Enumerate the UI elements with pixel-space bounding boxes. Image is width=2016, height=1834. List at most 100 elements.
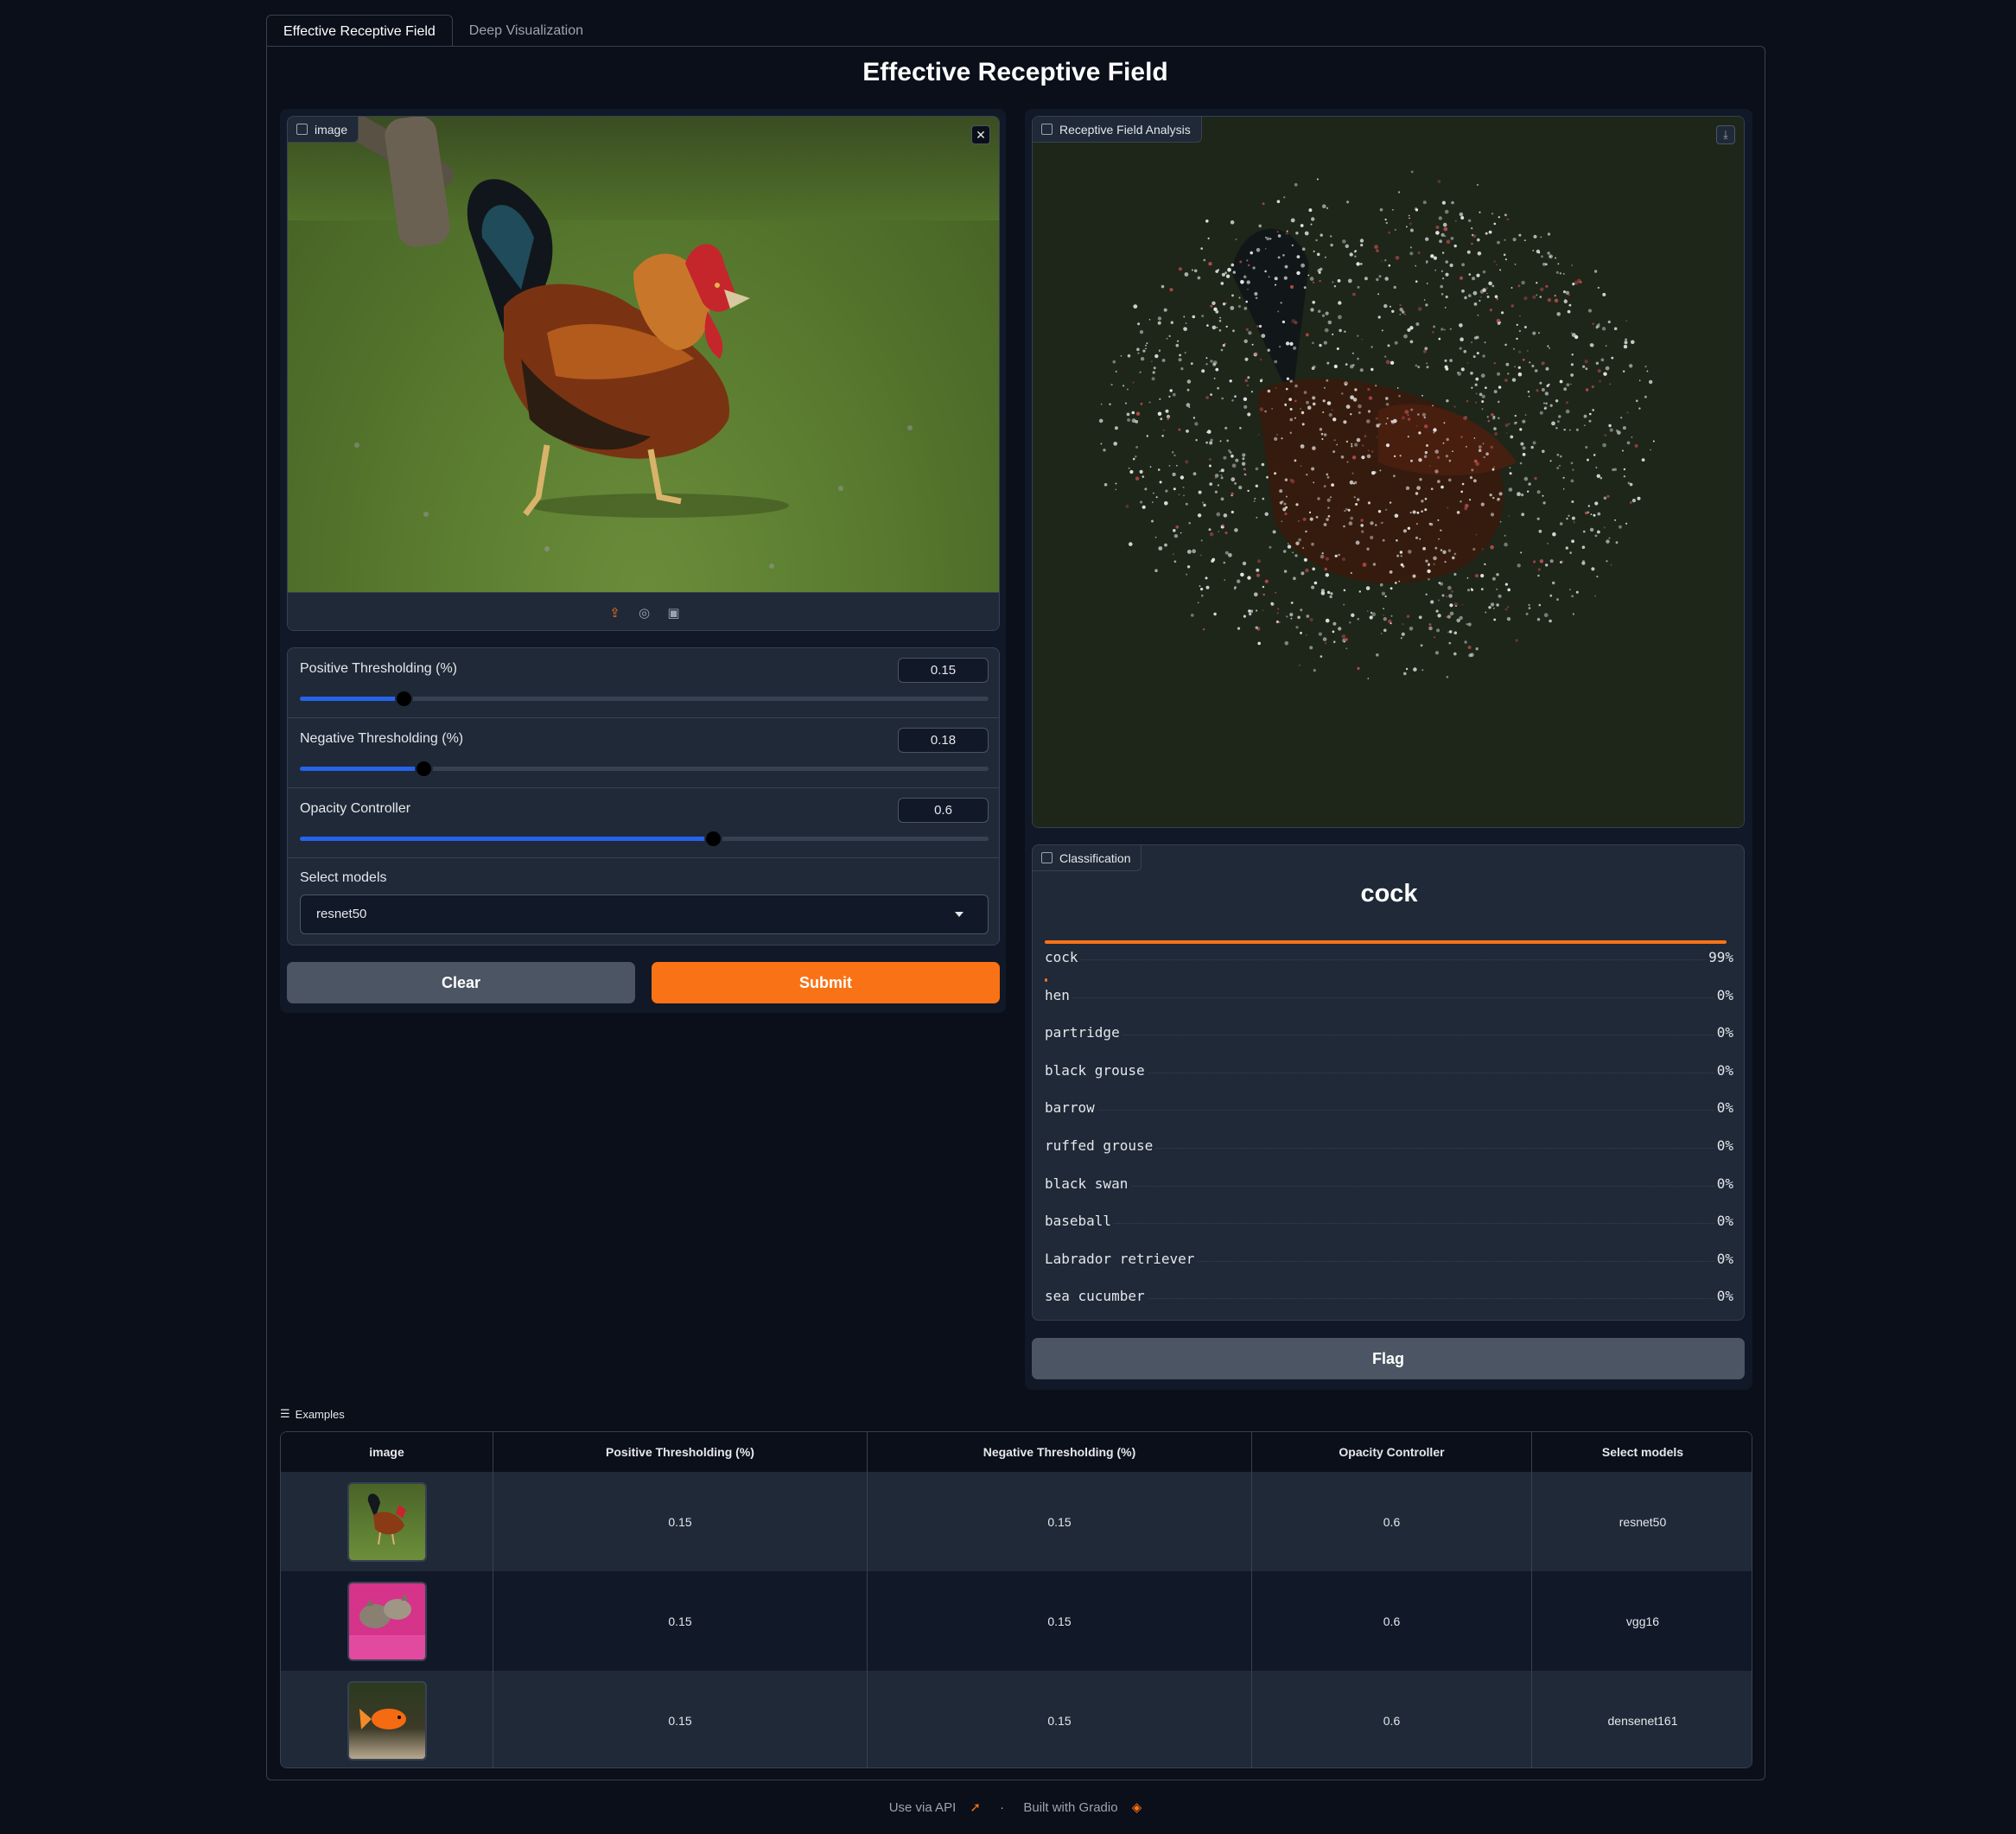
example-negative: 0.15: [868, 1472, 1252, 1571]
confidence-row: cock 99%: [1045, 940, 1733, 971]
header-opacity: Opacity Controller: [1252, 1432, 1532, 1472]
example-opacity: 0.6: [1252, 1671, 1532, 1767]
tab-effective-receptive-field[interactable]: Effective Receptive Field: [266, 15, 453, 47]
example-positive: 0.15: [493, 1671, 868, 1767]
confidence-label: partridge: [1045, 1024, 1122, 1041]
gradio-logo-icon: ◈: [1131, 1800, 1142, 1815]
confidence-row: sea cucumber 0%: [1045, 1279, 1733, 1310]
example-opacity: 0.6: [1252, 1571, 1532, 1671]
negative-threshold-row: Negative Thresholding (%) 0.18: [288, 718, 999, 788]
example-positive: 0.15: [493, 1571, 868, 1671]
confidence-row: black swan 0%: [1045, 1167, 1733, 1198]
confidence-label: black swan: [1045, 1175, 1131, 1192]
confidence-value: 0%: [1714, 1024, 1733, 1041]
page-title: Effective Receptive Field: [862, 58, 1168, 86]
positive-threshold-label: Positive Thresholding (%): [300, 661, 458, 676]
webcam-icon[interactable]: ◎: [637, 605, 652, 621]
opacity-input[interactable]: 0.6: [898, 798, 989, 823]
clipboard-icon[interactable]: ▣: [666, 605, 682, 621]
opacity-slider[interactable]: [300, 830, 989, 848]
rooster-photo: [288, 117, 999, 592]
download-icon[interactable]: ⤓: [1716, 125, 1735, 144]
controls-panel: Positive Thresholding (%) 0.15 Negative …: [287, 647, 1000, 946]
confidence-row: baseball 0%: [1045, 1204, 1733, 1235]
confidence-label: barrow: [1045, 1099, 1097, 1117]
classification-label: Classification: [1033, 845, 1142, 871]
positive-threshold-slider[interactable]: [300, 690, 989, 708]
clear-button[interactable]: Clear: [287, 962, 635, 1003]
list-icon: ☰: [280, 1407, 290, 1420]
top-prediction: cock: [1360, 880, 1418, 907]
positive-threshold-fill: [300, 697, 404, 701]
image-icon: [296, 124, 308, 135]
confidence-label: sea cucumber: [1045, 1288, 1148, 1305]
confidence-row: black grouse 0%: [1045, 1054, 1733, 1085]
example-thumbnail-goldfish[interactable]: [347, 1680, 427, 1761]
negative-threshold-slider[interactable]: [300, 760, 989, 778]
receptive-field-image: [1033, 117, 1744, 827]
rocket-icon: ➚: [970, 1800, 981, 1815]
opacity-handle[interactable]: [704, 830, 723, 848]
confidence-value: 0%: [1714, 1175, 1733, 1192]
confidence-value: 0%: [1714, 1288, 1733, 1305]
opacity-row: Opacity Controller 0.6: [288, 788, 999, 858]
confidence-row: barrow 0%: [1045, 1091, 1733, 1122]
footer: Use via API ➚ · Built with Gradio ◈: [0, 1799, 2016, 1815]
example-thumbnail-rooster[interactable]: [347, 1481, 427, 1562]
select-models-label: Select models: [300, 870, 387, 885]
example-row[interactable]: 0.15 0.15 0.6 densenet161: [281, 1671, 1752, 1767]
example-thumbnail-cats[interactable]: [347, 1581, 427, 1661]
example-opacity: 0.6: [1252, 1472, 1532, 1571]
confidence-label: Labrador retriever: [1045, 1250, 1198, 1267]
negative-threshold-input[interactable]: 0.18: [898, 728, 989, 753]
image-input-panel[interactable]: image ✕ ⇪ ◎ ▣: [287, 116, 1000, 631]
submit-button[interactable]: Submit: [652, 962, 1000, 1003]
image-input-label: image: [288, 117, 359, 143]
opacity-fill: [300, 837, 714, 841]
negative-threshold-handle[interactable]: [415, 760, 434, 778]
confidence-value: 0%: [1714, 1099, 1733, 1117]
confidence-value: 0%: [1714, 1061, 1733, 1079]
example-row[interactable]: 0.15 0.15 0.6 vgg16: [281, 1571, 1752, 1671]
clear-image-button[interactable]: ✕: [971, 125, 990, 144]
chevron-down-icon: [955, 912, 963, 917]
header-positive: Positive Thresholding (%): [493, 1432, 868, 1472]
negative-threshold-label: Negative Thresholding (%): [300, 731, 464, 746]
examples-label: ☰ Examples: [280, 1407, 345, 1421]
confidence-value: 0%: [1714, 986, 1733, 1003]
image-icon: [1041, 124, 1053, 135]
header-negative: Negative Thresholding (%): [868, 1432, 1252, 1472]
tab-deep-visualization[interactable]: Deep Visualization: [453, 15, 600, 47]
confidence-label: black grouse: [1045, 1061, 1148, 1079]
built-with-gradio-link[interactable]: Built with Gradio ◈: [1018, 1800, 1147, 1815]
model-select[interactable]: resnet50: [300, 895, 989, 934]
confidence-row: Labrador retriever 0%: [1045, 1242, 1733, 1273]
example-positive: 0.15: [493, 1472, 868, 1571]
example-negative: 0.15: [868, 1671, 1252, 1767]
confidence-label: baseball: [1045, 1213, 1115, 1230]
positive-threshold-input[interactable]: 0.15: [898, 658, 989, 683]
confidence-row: ruffed grouse 0%: [1045, 1129, 1733, 1160]
example-row[interactable]: 0.15 0.15 0.6 resnet50: [281, 1472, 1752, 1571]
confidence-row: partridge 0%: [1045, 1016, 1733, 1047]
header-image: image: [281, 1432, 493, 1472]
receptive-field-panel: Receptive Field Analysis ⤓: [1032, 116, 1745, 828]
confidence-value: 0%: [1714, 1137, 1733, 1154]
examples-table: image Positive Thresholding (%) Negative…: [280, 1431, 1752, 1768]
flag-button[interactable]: Flag: [1032, 1338, 1745, 1379]
receptive-field-label: Receptive Field Analysis: [1033, 117, 1202, 143]
use-via-api-link[interactable]: Use via API ➚: [884, 1800, 986, 1815]
confidence-value: 99%: [1706, 949, 1733, 965]
footer-separator: ·: [1000, 1800, 1005, 1815]
bar-chart-icon: [1041, 852, 1053, 863]
confidence-row: hen 0%: [1045, 977, 1733, 1009]
positive-threshold-handle[interactable]: [394, 690, 413, 708]
confidence-label: ruffed grouse: [1045, 1137, 1156, 1154]
confidence-label: hen: [1045, 986, 1072, 1003]
opacity-label: Opacity Controller: [300, 801, 411, 816]
negative-threshold-fill: [300, 767, 424, 771]
positive-threshold-row: Positive Thresholding (%) 0.15: [288, 648, 999, 718]
upload-icon[interactable]: ⇪: [607, 605, 623, 621]
classification-panel: Classification cock cock 99% hen 0% partridg…: [1032, 844, 1745, 1321]
confidence-value: 0%: [1714, 1250, 1733, 1267]
